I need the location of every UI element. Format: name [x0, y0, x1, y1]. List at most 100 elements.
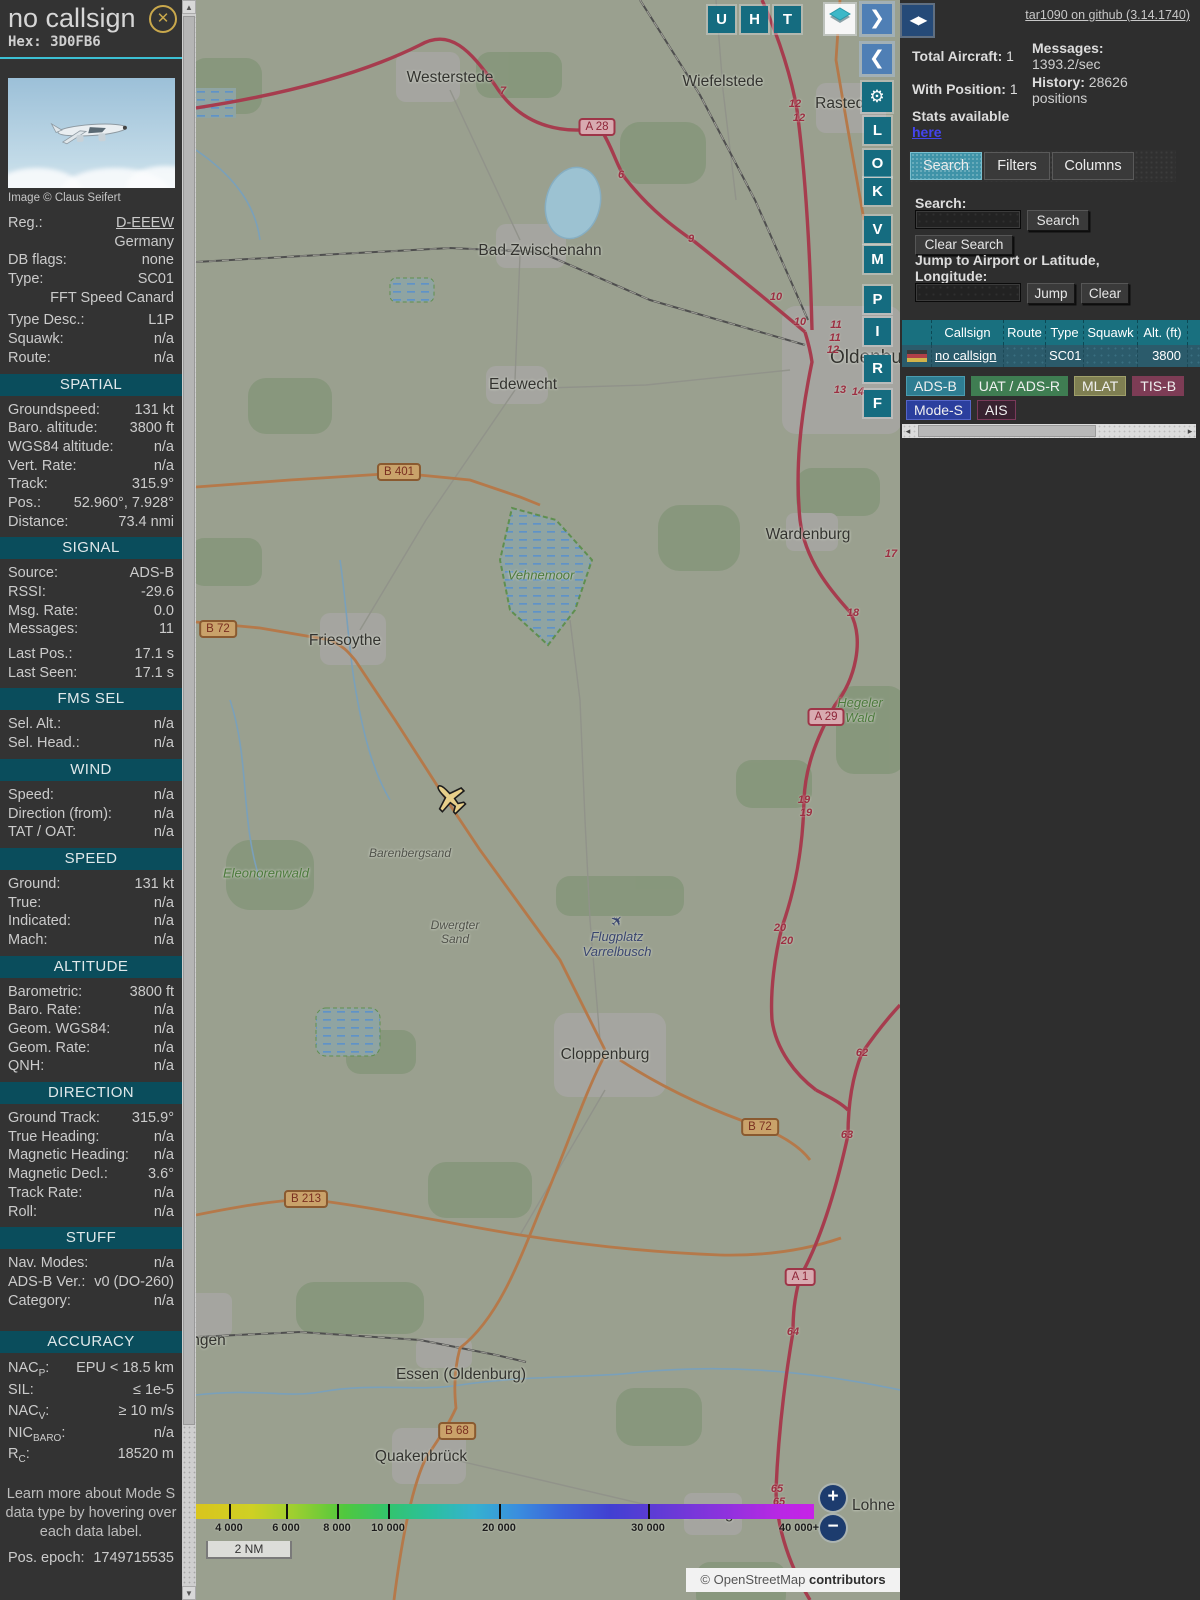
layers-button[interactable] — [825, 4, 855, 34]
map-button-l[interactable]: L — [864, 117, 891, 144]
jump-input[interactable] — [915, 283, 1021, 302]
field-label: SIL: — [8, 1380, 34, 1402]
field-value: 52.960°, 7.928° — [74, 494, 174, 513]
aircraft-row-callsign[interactable]: no callsign — [935, 348, 996, 363]
table-cell[interactable] — [1188, 345, 1200, 367]
field-label: Source: — [8, 564, 58, 583]
map-button-f[interactable]: F — [864, 390, 891, 417]
road-badge: B 72 — [741, 1118, 779, 1136]
field-value: 3.6° — [148, 1165, 174, 1184]
with-position-value: 1 — [1010, 81, 1018, 97]
settings-button[interactable]: ⚙ — [862, 82, 892, 112]
github-link[interactable]: tar1090 on github (3.14.1740) — [1025, 8, 1190, 22]
aircraft-hex: Hex: 3D0FB6 — [8, 34, 182, 50]
table-horizontal-scrollbar[interactable]: ◂ ▸ — [902, 424, 1196, 438]
exit-number: 14 — [852, 386, 864, 398]
table-cell[interactable]: SC01 — [1046, 345, 1084, 367]
map-button-v[interactable]: V — [864, 216, 891, 243]
map-button-h[interactable]: H — [741, 6, 768, 33]
map-button-m[interactable]: M — [864, 246, 891, 273]
aircraft-photo[interactable] — [8, 78, 175, 188]
osm-attribution-link[interactable]: © OpenStreetMap — [700, 1572, 805, 1587]
field-value: n/a — [154, 734, 174, 753]
field-row: RSSI:-29.6 — [0, 583, 182, 602]
table-cell[interactable] — [902, 345, 932, 367]
table-header-type[interactable]: Type — [1046, 320, 1084, 345]
map-button-t[interactable]: T — [774, 6, 801, 33]
table-header-s[interactable]: S — [1188, 320, 1200, 345]
field-label: Type Desc.: — [8, 311, 85, 330]
field-label: Pos.: — [8, 494, 41, 513]
table-cell[interactable] — [1004, 345, 1046, 367]
field-value: n/a — [154, 438, 174, 457]
clear-jump-button[interactable]: Clear — [1081, 283, 1129, 304]
exit-number: 17 — [885, 548, 897, 560]
exit-number: 11 — [829, 332, 840, 344]
toggle-panel-button[interactable]: ◀ ▶ — [902, 5, 933, 36]
field-value[interactable]: D-EEEW — [116, 214, 174, 233]
source-chip-tis-b[interactable]: TIS-B — [1132, 376, 1184, 396]
table-scroll-thumb[interactable] — [918, 425, 1096, 437]
table-header-callsign[interactable]: Callsign — [932, 320, 1004, 345]
scroll-up-icon[interactable]: ▲ — [182, 0, 196, 14]
field-value: n/a — [154, 1039, 174, 1058]
map-button-o[interactable]: O — [864, 150, 891, 177]
collapse-button[interactable]: ❮ — [862, 44, 892, 74]
scroll-down-icon[interactable]: ▼ — [182, 1586, 196, 1600]
source-chip-uat-ads-r[interactable]: UAT / ADS-R — [971, 376, 1068, 396]
tab-columns[interactable]: Columns — [1052, 152, 1134, 180]
field-label: WGS84 altitude: — [8, 438, 114, 457]
map-button-k[interactable]: K — [864, 178, 891, 205]
tab-search[interactable]: Search — [910, 152, 982, 180]
table-header-squawk[interactable]: Squawk — [1084, 320, 1138, 345]
source-chip-ads-b[interactable]: ADS-B — [906, 376, 965, 396]
search-input[interactable] — [915, 210, 1021, 229]
map-canvas[interactable]: WesterstedeWiefelstedeRastedeBad Zwische… — [196, 0, 900, 1600]
field-row: Sel. Head.:n/a — [0, 734, 182, 753]
expand-sidebar-button[interactable]: ❯ — [862, 4, 892, 34]
chevron-right-icon: ❯ — [869, 8, 885, 29]
field-value: n/a — [154, 1128, 174, 1147]
field-row: Germany — [0, 233, 182, 252]
section-header-spatial: SPATIAL — [0, 374, 182, 396]
exit-number: 7 — [500, 85, 506, 97]
field-label: ADS-B Ver.: — [8, 1273, 85, 1292]
scroll-left-icon[interactable]: ◂ — [902, 424, 914, 438]
close-icon[interactable]: ✕ — [149, 5, 177, 33]
field-label: Baro. altitude: — [8, 419, 97, 438]
search-button[interactable]: Search — [1027, 210, 1089, 231]
scroll-right-icon[interactable]: ▸ — [1184, 424, 1196, 438]
aircraft-data-sections: Reg.:D-EEEWGermanyDB flags:noneType:SC01… — [0, 214, 182, 1466]
stats-here-link[interactable]: here — [912, 124, 942, 140]
table-header-icon[interactable] — [902, 320, 932, 345]
table-header-route[interactable]: Route — [1004, 320, 1046, 345]
table-header-alt-ft-[interactable]: Alt. (ft) — [1138, 320, 1188, 345]
source-chip-mode-s[interactable]: Mode-S — [906, 400, 971, 420]
zoom-out-button[interactable]: − — [820, 1515, 846, 1541]
jump-button[interactable]: Jump — [1027, 283, 1075, 304]
sidebar-scroll-thumb[interactable] — [183, 16, 195, 1425]
field-label: Sel. Alt.: — [8, 715, 61, 734]
map-button-r[interactable]: R — [864, 355, 891, 382]
source-chip-mlat[interactable]: MLAT — [1074, 376, 1126, 396]
history-suffix: positions — [1032, 90, 1087, 106]
aircraft-detail-sidebar: no callsign ✕ Hex: 3D0FB6 — [0, 0, 196, 1600]
table-cell[interactable]: 3800 — [1138, 345, 1188, 367]
tab-filters[interactable]: Filters — [984, 152, 1050, 180]
source-chip-ais[interactable]: AIS — [977, 400, 1016, 420]
map-button-p[interactable]: P — [864, 286, 891, 313]
sidebar-scrollbar[interactable]: ▲ ▼ — [182, 0, 196, 1600]
table-cell[interactable]: no callsign — [932, 345, 1004, 367]
section-header-speed: SPEED — [0, 848, 182, 870]
table-cell[interactable] — [1084, 345, 1138, 367]
field-label: RC: — [8, 1444, 30, 1470]
field-label: Route: — [8, 349, 51, 368]
messages-value: 1393.2/sec — [1032, 56, 1101, 72]
field-row: FFT Speed Canard — [0, 289, 182, 308]
zoom-in-button[interactable]: + — [820, 1485, 846, 1511]
field-value: n/a — [154, 330, 174, 349]
map-button-u[interactable]: U — [708, 6, 735, 33]
map-button-i[interactable]: I — [864, 318, 891, 345]
aircraft-marker[interactable] — [427, 775, 471, 819]
field-row: Type:SC01 — [0, 270, 182, 289]
